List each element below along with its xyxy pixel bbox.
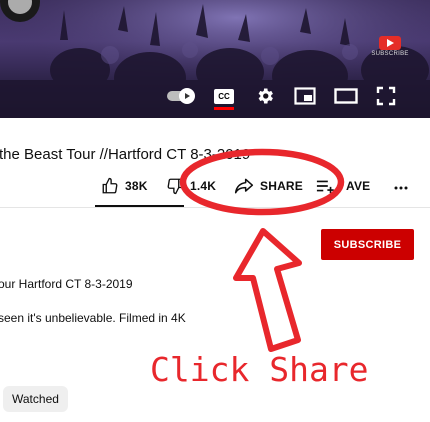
youtube-logo-icon <box>379 36 401 50</box>
subscribe-button[interactable]: SUBSCRIBE <box>321 229 414 260</box>
description-line: our Hartford CT 8-3-2019 <box>0 277 133 291</box>
thumbs-up-icon <box>102 177 118 194</box>
share-button[interactable]: SHARE <box>234 176 303 196</box>
theater-mode-icon[interactable] <box>334 86 358 106</box>
video-title: the Beast Tour //Hartford CT 8-3-2019 <box>0 146 251 163</box>
video-player[interactable]: SUBSCRIBE CC <box>0 0 430 118</box>
fullscreen-icon[interactable] <box>375 86 397 106</box>
thumbs-down-icon <box>167 178 183 195</box>
dislike-button[interactable]: 1.4K <box>166 176 216 196</box>
share-icon <box>234 178 254 194</box>
captions-button[interactable]: CC <box>213 86 235 110</box>
annotation-text: Click Share <box>150 350 369 389</box>
save-button[interactable]: AVE <box>316 176 370 196</box>
description-line: seen it's unbelievable. Filmed in 4K <box>0 311 186 325</box>
watched-chip[interactable]: Watched <box>3 386 68 412</box>
like-button[interactable]: 38K <box>101 176 148 196</box>
save-label: AVE <box>346 179 371 193</box>
like-count: 38K <box>125 179 148 193</box>
more-vertical-icon[interactable] <box>393 176 409 196</box>
subscribe-watermark[interactable]: SUBSCRIBE <box>371 36 409 60</box>
share-label: SHARE <box>260 179 304 193</box>
cc-icon: CC <box>214 88 234 104</box>
miniplayer-icon[interactable] <box>294 86 316 106</box>
section-divider <box>0 207 430 208</box>
dislike-count: 1.4K <box>190 179 217 193</box>
arrow-up-icon <box>233 228 302 352</box>
gear-icon[interactable] <box>254 86 276 106</box>
cc-active-indicator <box>214 107 234 110</box>
autoplay-toggle-icon[interactable] <box>166 86 195 106</box>
player-controls: CC <box>0 78 430 118</box>
watermark-text: SUBSCRIBE <box>371 51 409 57</box>
playlist-add-icon <box>316 180 334 194</box>
